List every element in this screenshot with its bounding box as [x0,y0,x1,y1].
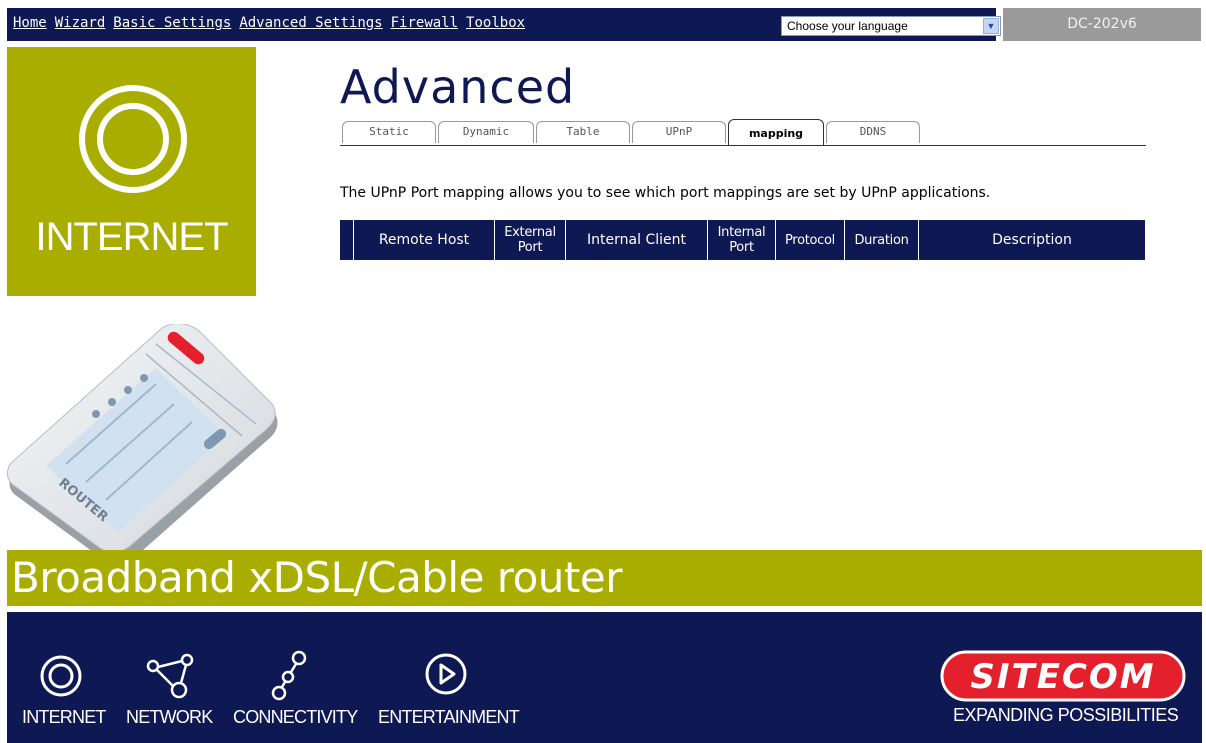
nav-home-link[interactable]: Home [13,15,47,31]
connectivity-icon [271,650,307,701]
footer-network-label: NETWORK [126,707,213,727]
tab-mapping[interactable]: mapping [728,119,824,145]
column-header-remote-host: Remote Host [353,220,494,260]
internet-icon [40,655,82,697]
internet-section-label: INTERNET [35,215,229,259]
column-header-protocol: Protocol [775,220,844,260]
column-header-description: Description [918,220,1145,260]
column-header-duration: Duration [844,220,918,260]
router-illustration: ROUTER [6,324,278,565]
product-banner-title: Broadband xDSL/Cable router [11,553,623,602]
footer: INTERNET NETWORK CONNECTIVITY ENTERTAINM… [7,612,1202,743]
tab-bar: Static Dynamic Table UPnP mapping DDNS [340,119,1146,146]
chevron-down-icon[interactable]: ▼ [983,18,999,34]
language-select[interactable]: Choose your language ▼ [781,16,1001,36]
language-select-value: Choose your language [787,19,908,33]
model-name: DC-202v6 [1003,8,1201,41]
brand-tagline: EXPANDING POSSIBILITIES [953,705,1179,725]
nav-advanced-settings-link[interactable]: Advanced Settings [239,15,382,31]
tab-dynamic[interactable]: Dynamic [438,121,534,143]
tab-ddns[interactable]: DDNS [826,121,920,143]
internet-rings-icon [79,85,187,193]
upnp-mapping-table-header: Remote Host External Port Internal Client… [340,220,1145,260]
product-banner: Broadband xDSL/Cable router [7,550,1202,606]
footer-connectivity-label: CONNECTIVITY [233,707,358,727]
network-icon [146,653,194,699]
nav-toolbox-link[interactable]: Toolbox [466,15,525,31]
tab-upnp[interactable]: UPnP [632,121,726,143]
nav-basic-settings-link[interactable]: Basic Settings [113,15,231,31]
sitecom-logo: SITECOM [940,650,1186,702]
top-nav-bar: Home Wizard Basic Settings Advanced Setting… [7,8,1001,41]
page-title: Advanced [340,60,576,114]
internet-section-box: INTERNET [7,47,256,296]
tab-static[interactable]: Static [342,121,436,143]
column-header-internal-port: Internal Port [707,220,775,260]
tab-table[interactable]: Table [536,121,630,143]
page-description: The UPnP Port mapping allows you to see … [340,185,991,201]
nav-wizard-link[interactable]: Wizard [55,15,106,31]
top-nav-links: Home Wizard Basic Settings Advanced Setting… [13,15,533,31]
sitecom-logo-text: SITECOM [970,657,1155,697]
column-header-internal-client: Internal Client [565,220,707,260]
entertainment-icon [425,653,467,695]
footer-entertainment-label: ENTERTAINMENT [378,707,520,727]
nav-firewall-link[interactable]: Firewall [391,15,458,31]
footer-internet-label: INTERNET [22,707,106,727]
column-header-external-port: External Port [494,220,565,260]
